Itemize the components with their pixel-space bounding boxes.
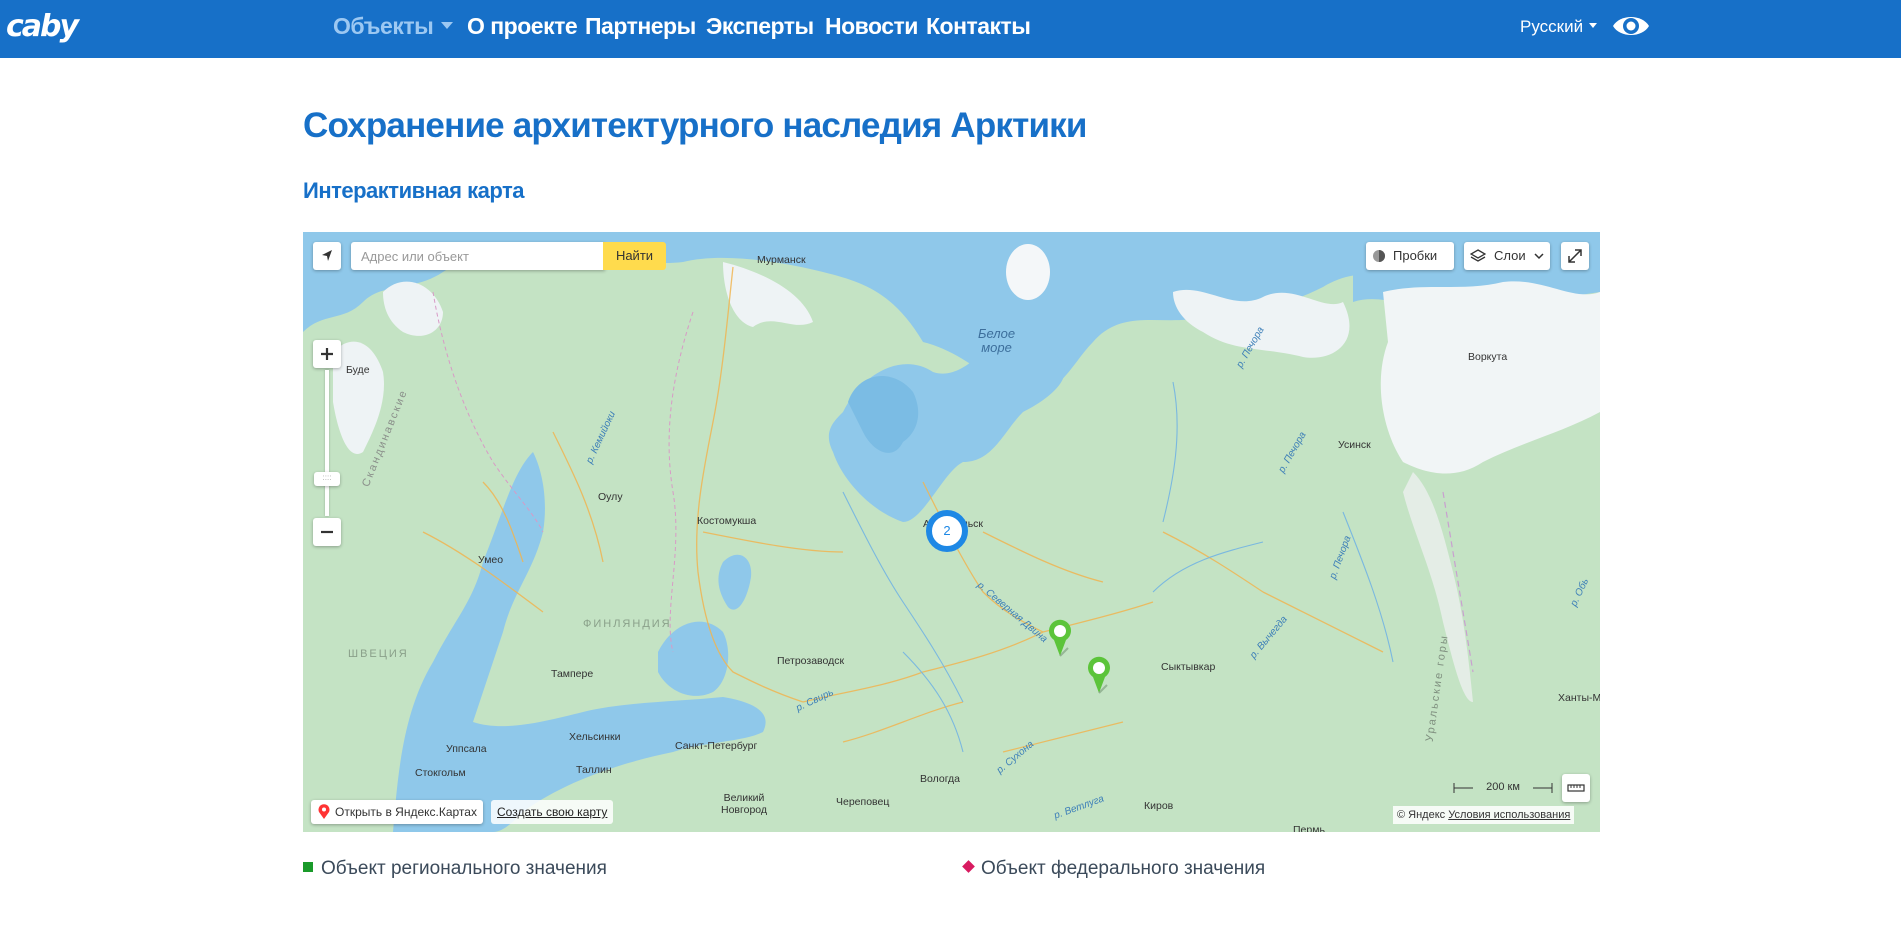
map-scale: 200 км	[1453, 781, 1553, 795]
zoom-slider-handle[interactable]: ::::	[314, 472, 340, 486]
cluster-marker[interactable]: 2	[926, 510, 968, 552]
geolocation-button[interactable]	[313, 242, 341, 270]
map-label-kirov: Киров	[1144, 800, 1174, 812]
chevron-down-icon	[1534, 253, 1544, 260]
map-label-oulu: Оулу	[598, 491, 623, 503]
nav-item-experts[interactable]: Эксперты	[706, 13, 814, 40]
language-selector[interactable]: Русский	[1520, 17, 1598, 37]
plus-icon	[321, 348, 333, 360]
map-label-vorkuta: Воркута	[1468, 351, 1508, 363]
red-diamond-icon	[962, 860, 975, 874]
map-search-input[interactable]	[351, 242, 605, 270]
layers-button[interactable]: Слои	[1464, 242, 1550, 270]
map-label-uppsala: Уппсала	[446, 743, 487, 755]
map-pin-icon[interactable]	[1085, 655, 1113, 695]
map-label-vologda: Вологда	[920, 773, 961, 785]
traffic-label: Пробки	[1393, 248, 1438, 263]
map-label-murmansk: Мурманск	[757, 254, 806, 266]
map-label-sweden: ШВЕЦИЯ	[348, 648, 409, 660]
nav-item-about[interactable]: О проекте	[467, 13, 578, 40]
map-label-khanty: Ханты-М	[1558, 692, 1600, 704]
map-label-st-petersburg: Санкт-Петербург	[675, 740, 758, 752]
map-copyright: © Яндекс Условия использования	[1393, 806, 1575, 824]
map-label-finland: ФИНЛЯНДИЯ	[583, 618, 672, 630]
traffic-button[interactable]: Пробки	[1366, 242, 1454, 270]
map-pin-red-icon	[318, 804, 330, 819]
map-label-white-sea: Белое море	[978, 326, 1016, 355]
expand-icon	[1568, 249, 1582, 263]
map-label-bude: Буде	[346, 364, 370, 376]
fullscreen-button[interactable]	[1561, 242, 1589, 270]
chevron-down-icon	[1589, 23, 1598, 29]
zoom-slider-track[interactable]	[325, 370, 329, 516]
section-title: Интерактивная карта	[303, 178, 525, 203]
open-in-yandex-link[interactable]: Открыть в Яндекс.Картах	[311, 800, 483, 824]
map-label-usinsk: Усинск	[1338, 439, 1371, 451]
location-arrow-icon	[322, 250, 332, 261]
map-label-stockholm: Стокгольм	[415, 767, 466, 779]
create-map-link[interactable]: Создать свою карту	[491, 800, 614, 824]
nav-item-news[interactable]: Новости	[825, 13, 918, 40]
eye-icon[interactable]	[1612, 11, 1650, 41]
green-square-icon	[303, 861, 313, 872]
minus-icon	[321, 530, 333, 534]
page-title: Сохранение архитектурного наследия Аркти…	[303, 106, 1087, 145]
interactive-map[interactable]: Мурманск Белое море Воркута Усинск Буде …	[303, 232, 1600, 832]
terms-link[interactable]: Условия использования	[1448, 809, 1570, 821]
legend-federal: Объект федерального значения	[962, 858, 1265, 880]
site-logo[interactable]: caby	[6, 9, 79, 44]
nav-item-contacts[interactable]: Контакты	[926, 13, 1031, 40]
map-label-cherepovets: Череповец	[836, 796, 890, 808]
map-label-tallinn: Таллин	[576, 764, 612, 776]
scale-label: 200 км	[1486, 781, 1520, 793]
map-label-perm: Пермь	[1293, 824, 1325, 832]
map-label-veliky-novgorod: Великий Новгород	[721, 792, 768, 816]
chevron-down-icon	[441, 22, 454, 30]
ruler-icon	[1567, 784, 1585, 792]
map-label-petrozavodsk: Петрозаводск	[777, 655, 845, 667]
map-label-tampere: Тампере	[551, 668, 594, 680]
map-label-kostomuksha: Костомукша	[697, 515, 757, 527]
layers-label: Слои	[1494, 248, 1526, 263]
layers-icon	[1470, 249, 1486, 262]
ruler-button[interactable]	[1562, 774, 1590, 802]
zoom-in-button[interactable]	[313, 340, 341, 368]
zoom-out-button[interactable]	[313, 518, 341, 546]
top-navbar: caby Объекты О проекте Партнеры Эксперты…	[0, 0, 1901, 58]
nav-item-objects[interactable]: Объекты	[333, 13, 454, 40]
map-pin-icon[interactable]	[1046, 618, 1074, 658]
map-search-button[interactable]: Найти	[603, 242, 666, 270]
map-label-syktyvkar: Сыктывкар	[1161, 661, 1216, 673]
map-label-helsinki: Хельсинки	[569, 731, 621, 743]
legend-regional: Объект регионального значения	[303, 858, 607, 880]
traffic-icon	[1373, 250, 1385, 262]
map-label-umeo: Умео	[478, 554, 504, 566]
nav-item-partners[interactable]: Партнеры	[585, 13, 696, 40]
